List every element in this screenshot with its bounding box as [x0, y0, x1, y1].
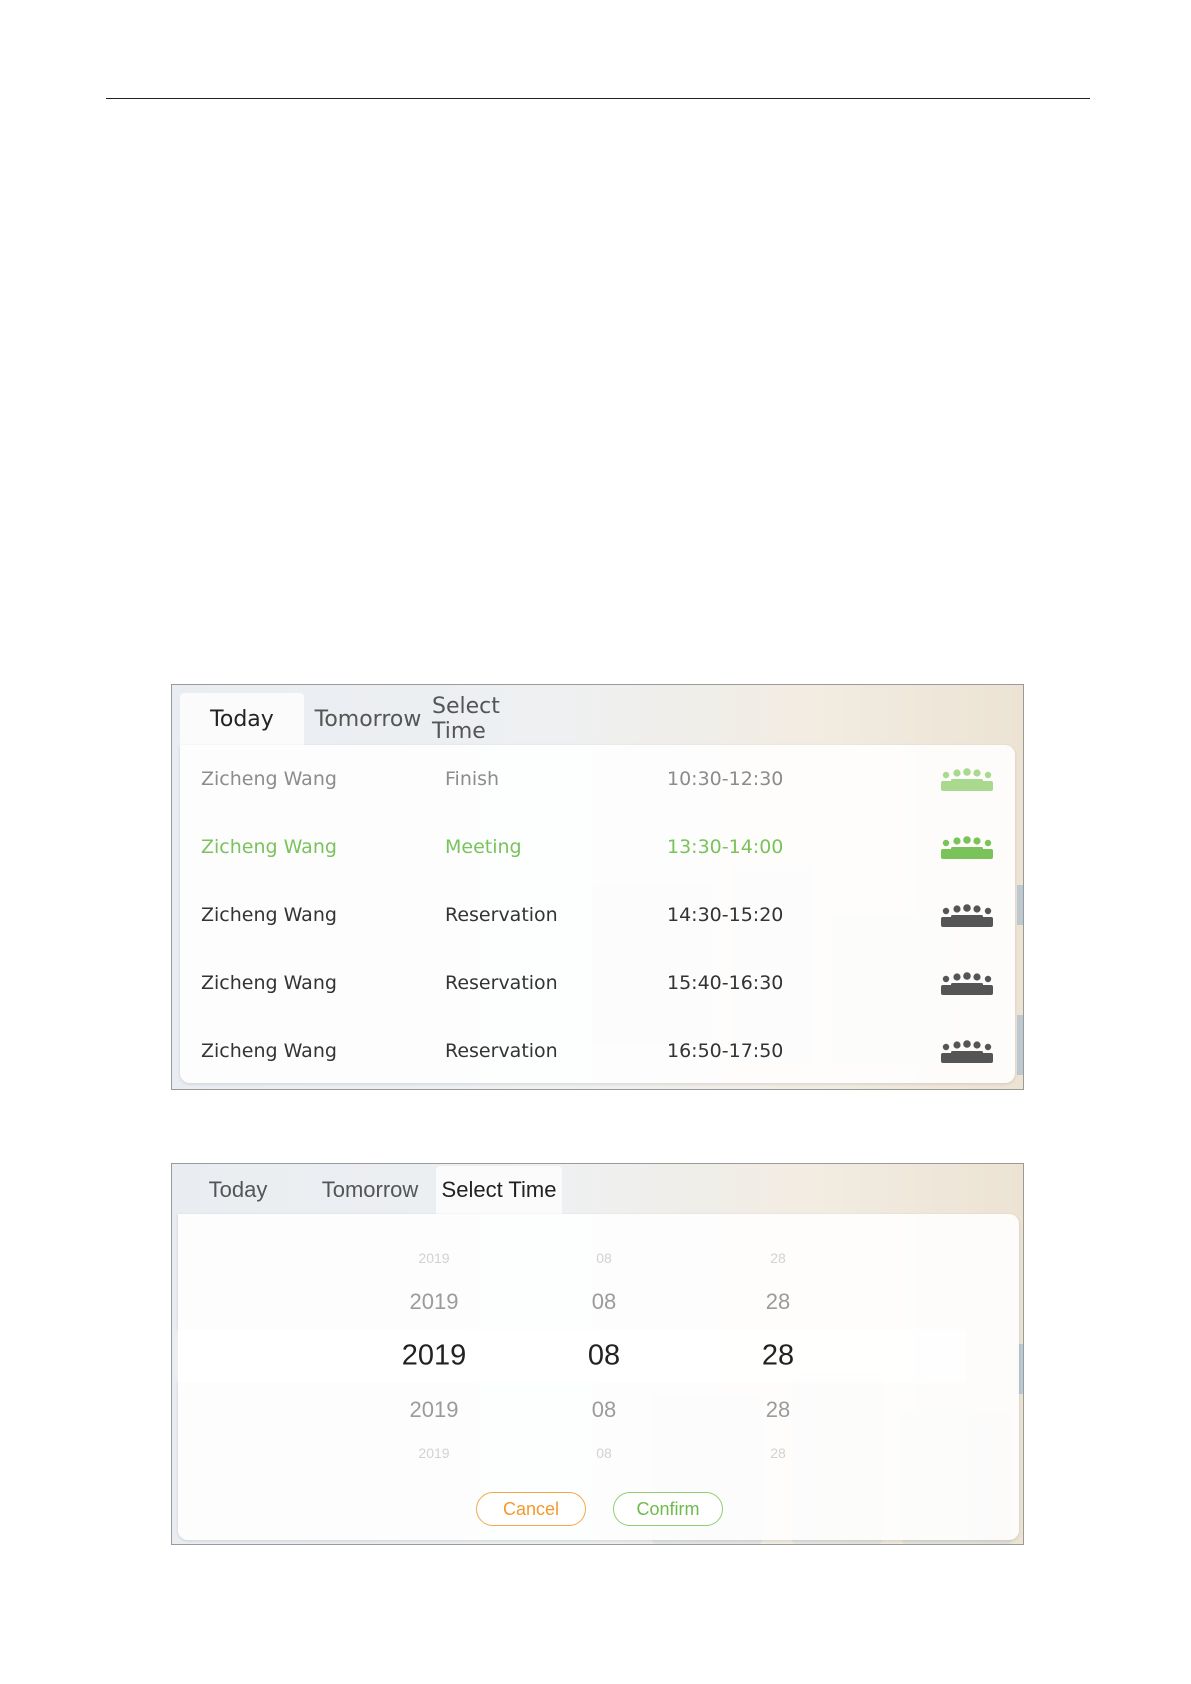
- meeting-status: Reservation: [445, 972, 558, 994]
- meeting-people-icon: [940, 834, 994, 860]
- tab-tomorrow[interactable]: Tomorrow: [304, 693, 432, 745]
- selected-month[interactable]: 08: [544, 1340, 664, 1373]
- tab-select-time[interactable]: Select Time: [432, 693, 560, 745]
- organizer-name: Zicheng Wang: [201, 768, 337, 790]
- meeting-row[interactable]: Zicheng Wang Finish 10:30-12:30: [180, 745, 1015, 813]
- meeting-time: 10:30-12:30: [667, 768, 784, 790]
- date-picker-screenshot: Today Tomorrow Select Time 2019 2019 201…: [171, 1163, 1024, 1545]
- month-wheel[interactable]: 08 08 08 08 08: [544, 1214, 664, 1494]
- tab-today[interactable]: Today: [180, 693, 304, 745]
- meeting-time: 14:30-15:20: [667, 904, 784, 926]
- selected-year[interactable]: 2019: [374, 1340, 494, 1373]
- meeting-status: Finish: [445, 768, 500, 790]
- meeting-time: 13:30-14:00: [667, 836, 784, 858]
- year-wheel[interactable]: 2019 2019 2019 2019 2019: [374, 1214, 494, 1494]
- tab-today[interactable]: Today: [172, 1166, 304, 1214]
- date-picker-panel: 2019 2019 2019 2019 2019 08 08 08 08 08 …: [178, 1214, 1019, 1540]
- meeting-row[interactable]: Zicheng Wang Reservation 15:40-16:30: [180, 949, 1015, 1017]
- year-option[interactable]: 2019: [374, 1289, 494, 1315]
- list-tab-bar: Today Tomorrow Select Time: [180, 693, 560, 745]
- organizer-name: Zicheng Wang: [201, 836, 337, 858]
- meeting-row[interactable]: Zicheng Wang Meeting 13:30-14:00: [180, 813, 1015, 881]
- tab-tomorrow[interactable]: Tomorrow: [304, 1166, 436, 1214]
- organizer-name: Zicheng Wang: [201, 904, 337, 926]
- meeting-status: Reservation: [445, 1040, 558, 1062]
- meeting-list-screenshot: Today Tomorrow Select Time Zicheng Wang …: [171, 684, 1024, 1090]
- meeting-people-icon: [940, 766, 994, 792]
- month-option[interactable]: 08: [544, 1397, 664, 1423]
- day-wheel[interactable]: 28 28 28 28 28: [718, 1214, 838, 1494]
- meeting-people-icon: [940, 902, 994, 928]
- meeting-people-icon: [940, 1038, 994, 1064]
- month-option[interactable]: 08: [544, 1289, 664, 1315]
- date-picker: 2019 2019 2019 2019 2019 08 08 08 08 08 …: [178, 1214, 1019, 1540]
- cancel-button[interactable]: Cancel: [476, 1492, 586, 1526]
- tab-select-time[interactable]: Select Time: [436, 1166, 562, 1214]
- meeting-people-icon: [940, 970, 994, 996]
- meeting-status: Reservation: [445, 904, 558, 926]
- meeting-list: Zicheng Wang Finish 10:30-12:30 Zicheng …: [180, 745, 1015, 1083]
- organizer-name: Zicheng Wang: [201, 1040, 337, 1062]
- selected-day[interactable]: 28: [718, 1340, 838, 1373]
- meeting-status: Meeting: [445, 836, 522, 858]
- year-option[interactable]: 2019: [374, 1250, 494, 1266]
- day-option[interactable]: 28: [718, 1250, 838, 1266]
- meeting-row[interactable]: Zicheng Wang Reservation 16:50-17:50: [180, 1017, 1015, 1085]
- month-option[interactable]: 08: [544, 1250, 664, 1266]
- day-option[interactable]: 28: [718, 1289, 838, 1315]
- meeting-row[interactable]: Zicheng Wang Reservation 14:30-15:20: [180, 881, 1015, 949]
- meeting-time: 16:50-17:50: [667, 1040, 784, 1062]
- picker-tab-bar: Today Tomorrow Select Time: [172, 1166, 562, 1214]
- meeting-time: 15:40-16:30: [667, 972, 784, 994]
- organizer-name: Zicheng Wang: [201, 972, 337, 994]
- header-rule: [106, 98, 1090, 99]
- year-option[interactable]: 2019: [374, 1397, 494, 1423]
- confirm-button[interactable]: Confirm: [613, 1492, 723, 1526]
- month-option[interactable]: 08: [544, 1445, 664, 1461]
- day-option[interactable]: 28: [718, 1397, 838, 1423]
- day-option[interactable]: 28: [718, 1445, 838, 1461]
- year-option[interactable]: 2019: [374, 1445, 494, 1461]
